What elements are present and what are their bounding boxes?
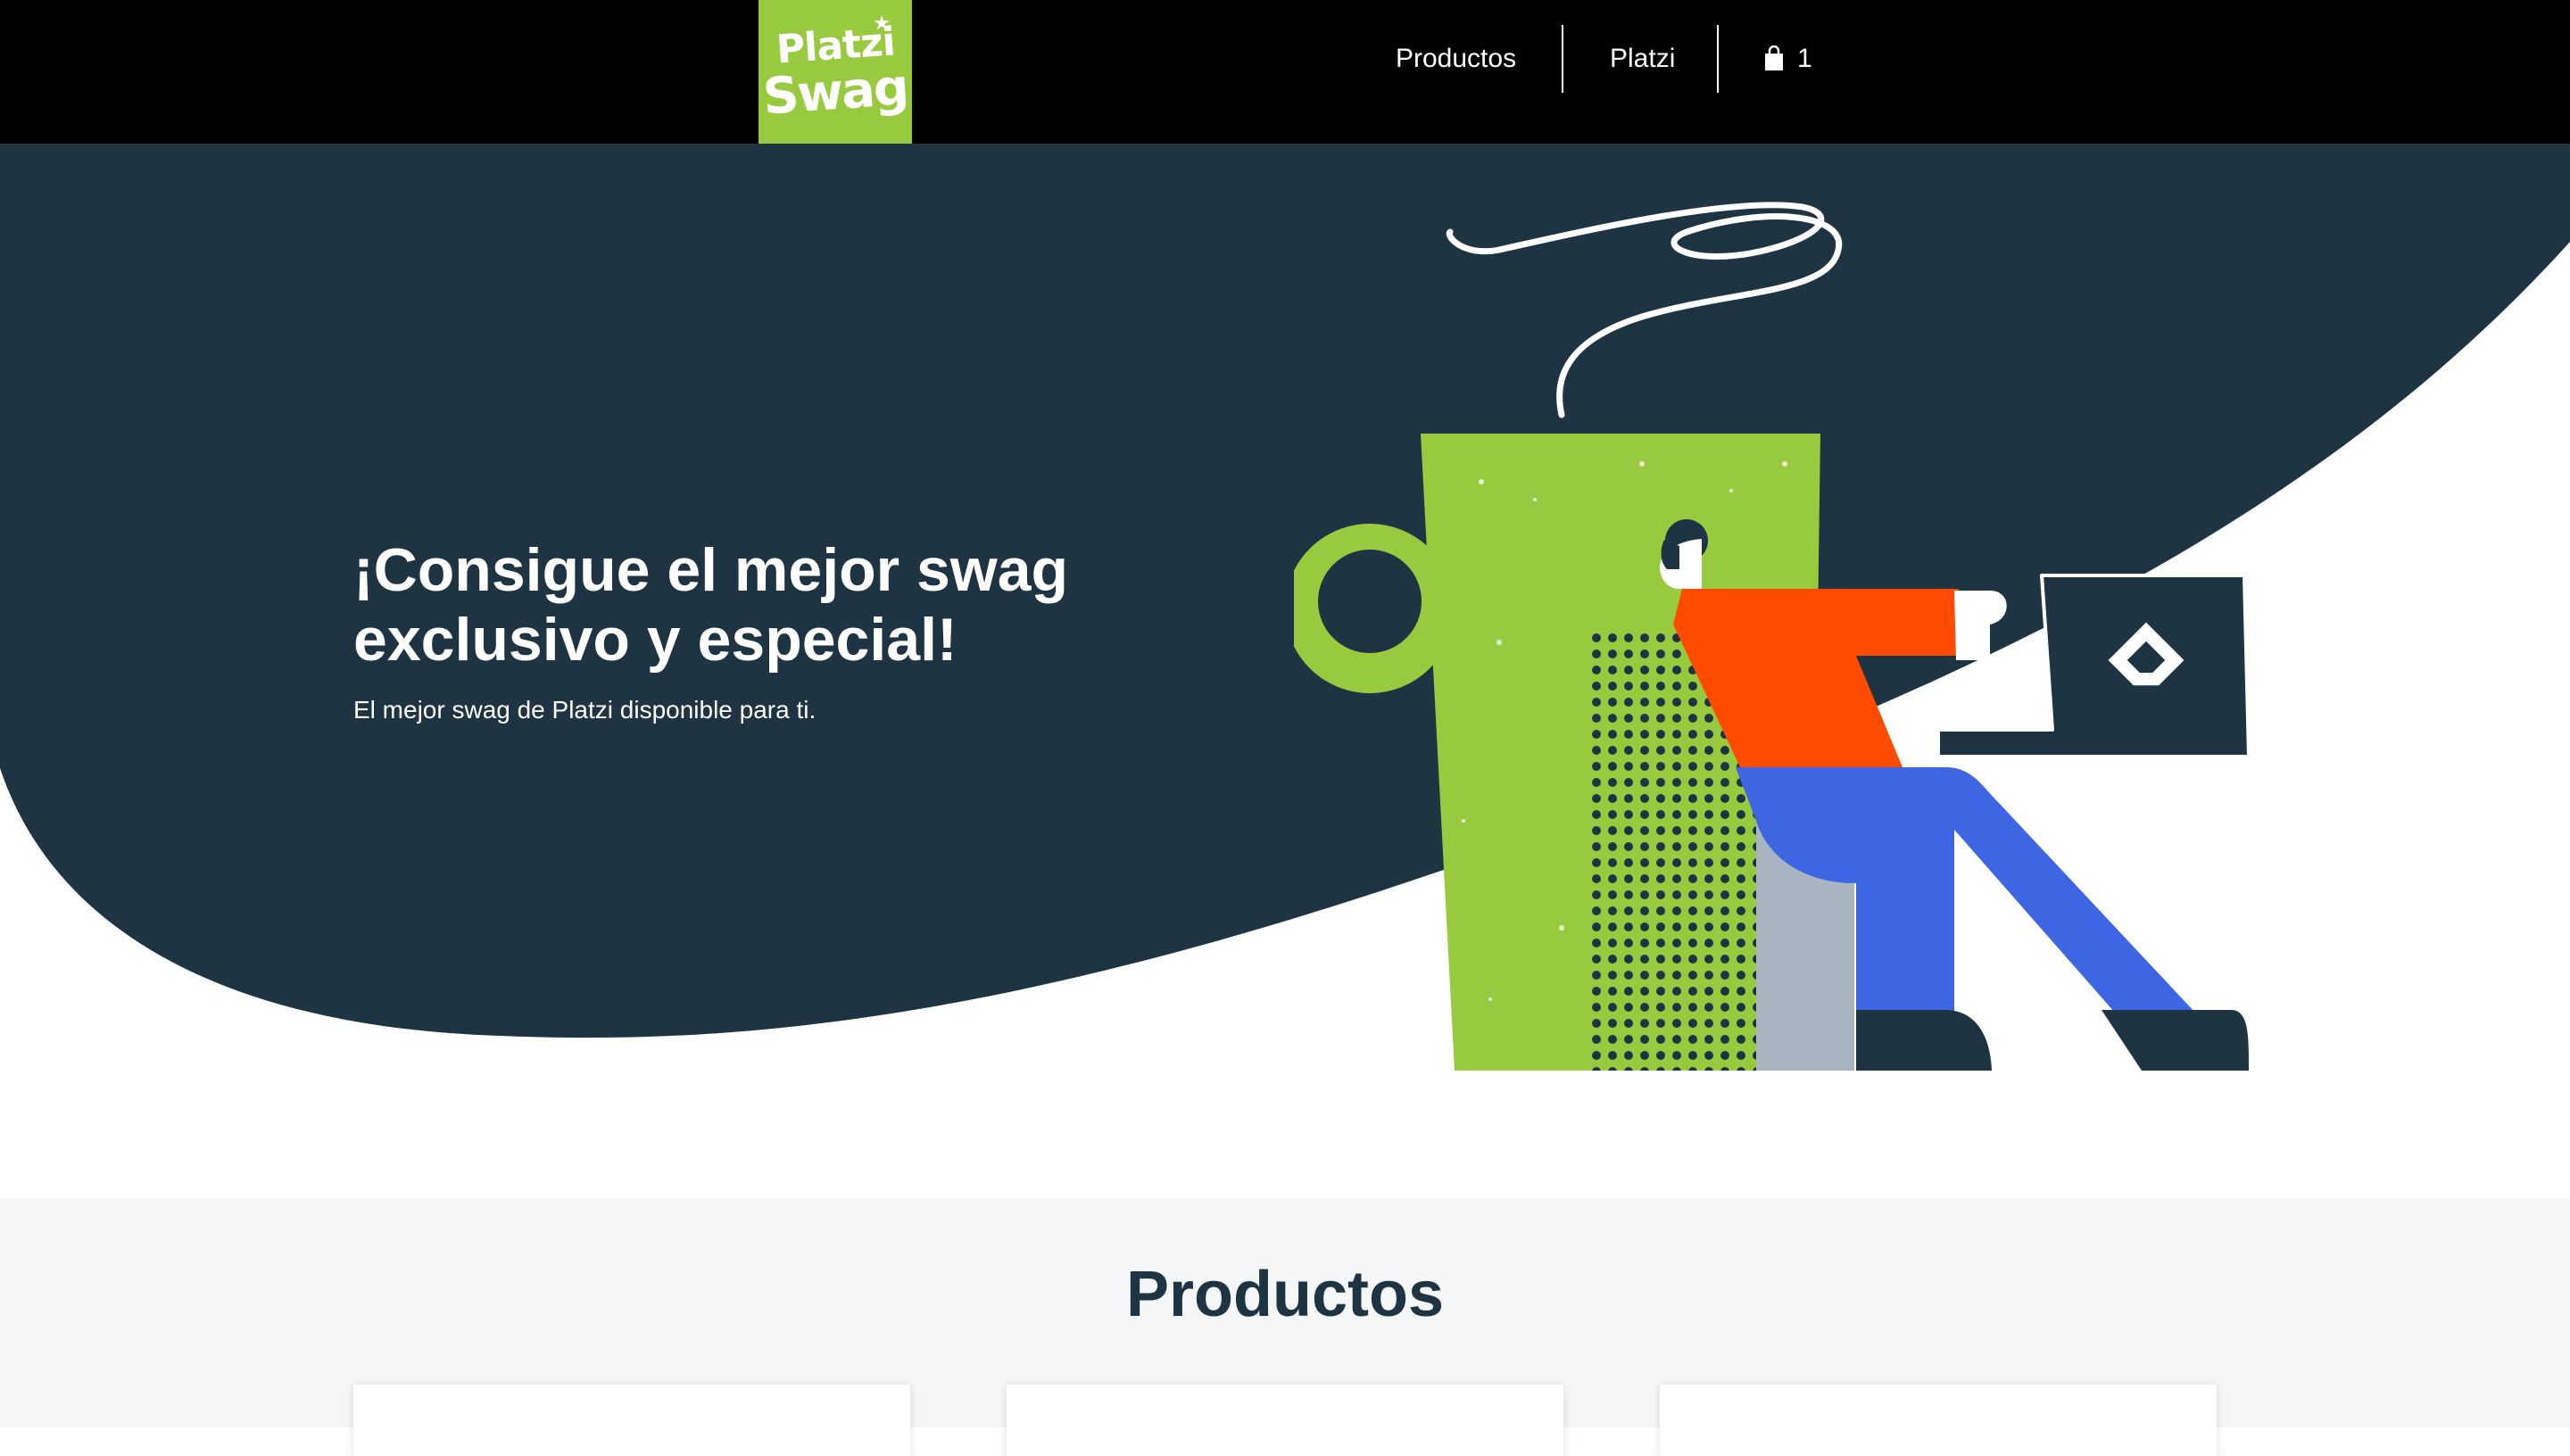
cart-button[interactable]: 1: [1763, 44, 1812, 74]
product-card[interactable]: [1660, 1385, 2217, 1456]
hero-subtitle: El mejor swag de Platzi disponible para …: [353, 696, 817, 724]
logo-text-swag: Swag: [760, 57, 910, 127]
product-card[interactable]: [353, 1385, 910, 1456]
nav-divider: [1562, 25, 1563, 93]
hero-title: ¡Consigue el mejor swag exclusivo y espe…: [353, 536, 1069, 674]
site-header: ★ Platzi Swag Productos Platzi 1: [0, 0, 2570, 144]
nav-divider-2-wrap: [1717, 25, 1719, 93]
shopping-bag-icon: [1765, 46, 1783, 70]
platzi-swag-logo[interactable]: ★ Platzi Swag: [759, 0, 912, 144]
products-title: Productos: [1125, 1259, 1445, 1330]
cart-count: 1: [1797, 44, 1812, 73]
steam-line: [1446, 202, 1843, 418]
hero-illustration: [1267, 202, 2251, 1071]
person-shoe-left: [1856, 1010, 1992, 1071]
nav-link-platzi[interactable]: Platzi: [1610, 44, 1675, 74]
product-card[interactable]: [1007, 1385, 1563, 1456]
nav-divider-1-wrap: [1562, 25, 1563, 93]
nav-divider: [1717, 25, 1719, 93]
cart-wrap: 1: [1763, 25, 1812, 93]
person-hand: [1954, 591, 2007, 660]
nav-platzi-wrap: Platzi: [1610, 25, 1675, 93]
nav-link-productos[interactable]: Productos: [1396, 44, 1516, 74]
nav-productos-wrap: Productos: [1396, 25, 1516, 93]
person-shoe-right: [2102, 1010, 2249, 1071]
